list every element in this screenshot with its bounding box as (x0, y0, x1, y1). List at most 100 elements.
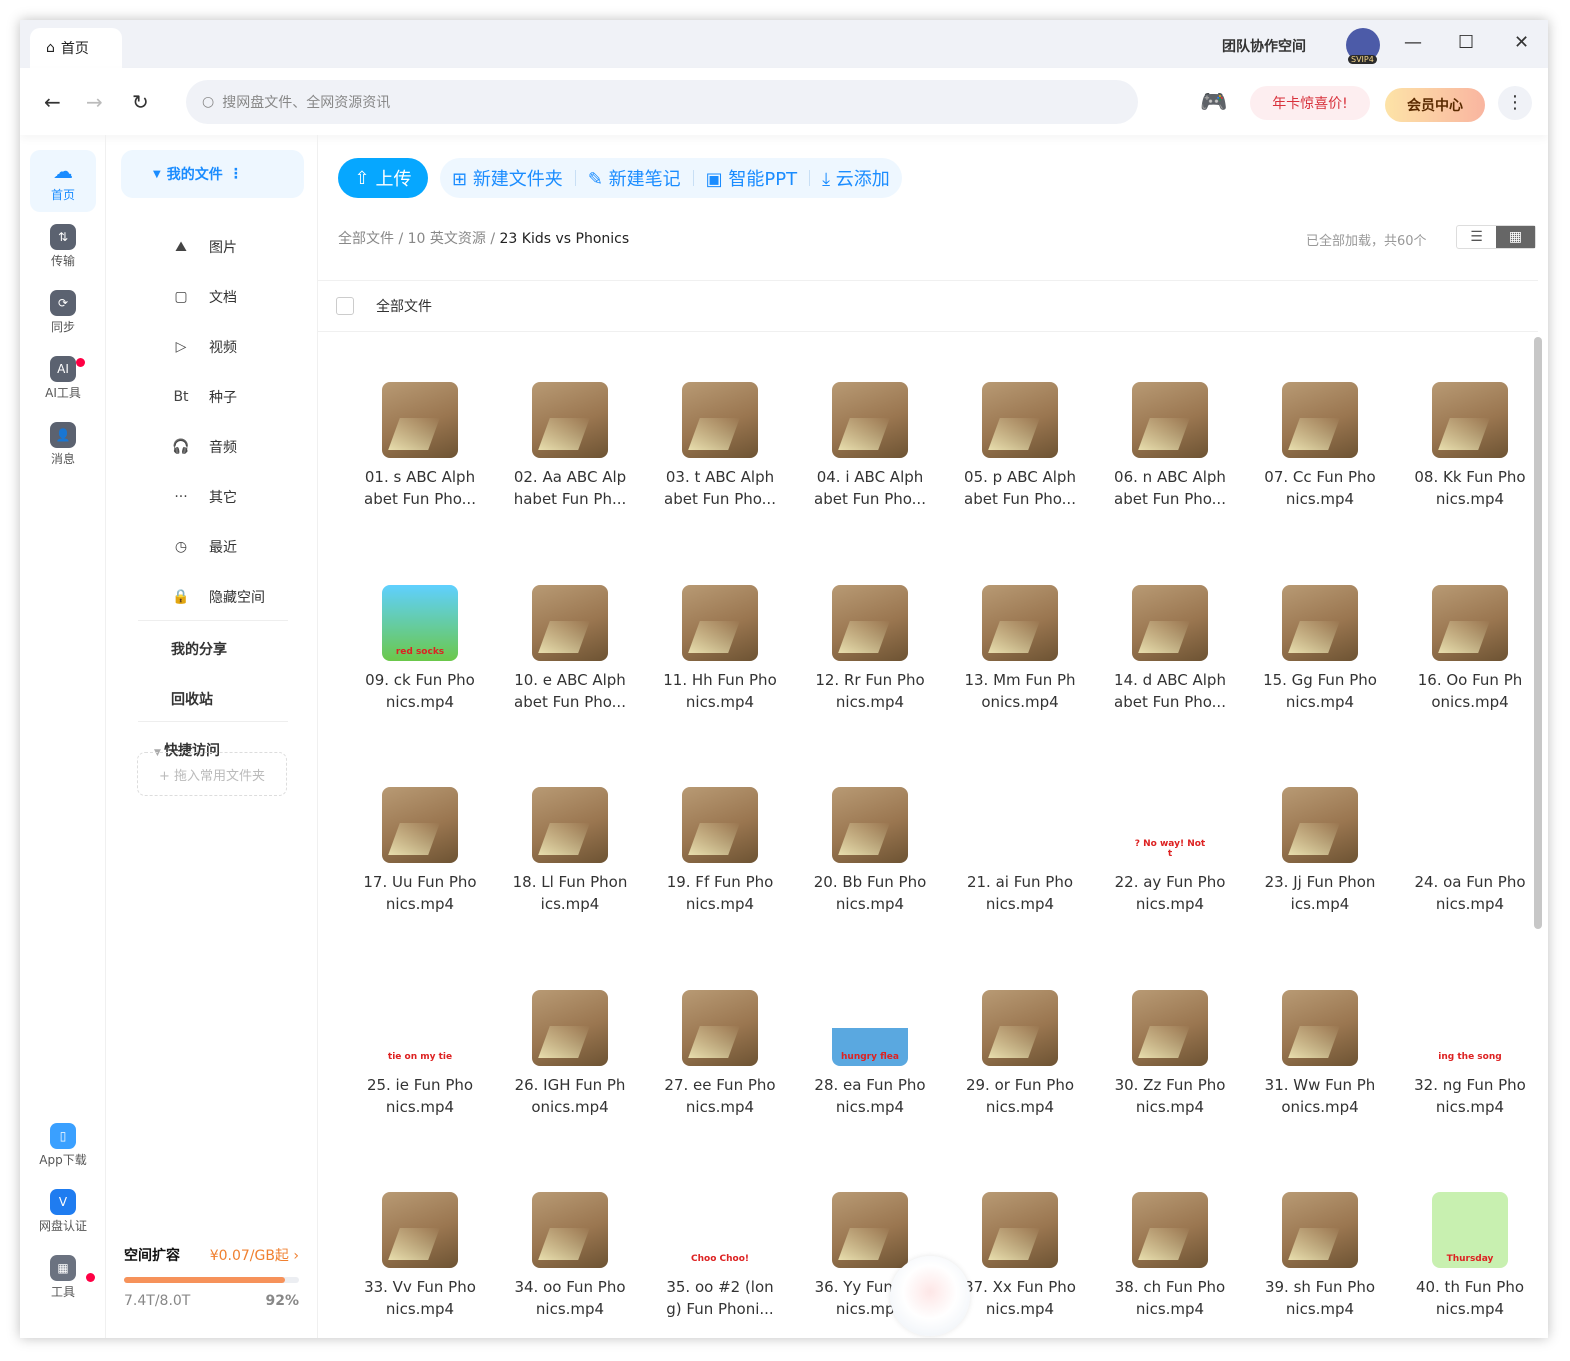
rail-item-ai[interactable]: AI AI工具 (30, 348, 96, 410)
minimize-icon[interactable]: — (1404, 32, 1422, 53)
rail-item-message[interactable]: 👤 消息 (30, 414, 96, 476)
file-item[interactable]: 16. Oo Fun Ph onics.mp4 (1405, 584, 1535, 713)
file-item[interactable]: 20. Bb Fun Pho nics.mp4 (805, 787, 935, 915)
sidebar-item[interactable]: Bt 种子 (171, 387, 237, 407)
file-item[interactable]: 07. Cc Fun Pho nics.mp4 (1255, 382, 1385, 510)
file-item[interactable]: 08. Kk Fun Pho nics.mp4 (1405, 382, 1535, 510)
quick-access-drop-zone[interactable]: + 拖入常用文件夹 (137, 752, 287, 796)
file-item[interactable]: 10. e ABC Alph abet Fun Pho... (505, 584, 635, 713)
vip-center-button[interactable]: 会员中心 (1385, 88, 1485, 122)
file-item[interactable]: 02. Aa ABC Alp habet Fun Ph... (505, 382, 635, 510)
scrollbar[interactable] (1534, 337, 1542, 929)
file-item[interactable]: 03. t ABC Alph abet Fun Pho... (655, 382, 785, 510)
file-item[interactable]: 27. ee Fun Pho nics.mp4 (655, 989, 785, 1118)
rail-item-phone[interactable]: ▯ App下载 (30, 1115, 96, 1177)
tab-home[interactable]: ⌂ 首页 (30, 28, 122, 68)
cloud-add-button[interactable]: ⤓ 云添加 (822, 165, 890, 191)
file-name-line: nics.mp4 (685, 692, 755, 711)
rail-item-label: 同步 (50, 320, 75, 334)
back-icon[interactable]: ← (44, 90, 61, 114)
file-thumbnail: red socks (382, 584, 458, 661)
file-item[interactable]: 23. Jj Fun Phon ics.mp4 (1255, 787, 1385, 915)
sidebar-item[interactable]: 🔒 隐藏空间 (171, 587, 265, 607)
file-item[interactable]: 14. d ABC Alph abet Fun Pho... (1105, 584, 1235, 713)
game-controller-icon[interactable]: 🎮 (1200, 90, 1227, 115)
file-name-line: nics.mp4 (985, 895, 1055, 913)
file-item[interactable]: 04. i ABC Alph abet Fun Pho... (805, 382, 935, 510)
breadcrumb-all-files[interactable]: 全部文件 (338, 231, 394, 247)
file-item[interactable]: 05. p ABC Alph abet Fun Pho... (955, 382, 1085, 510)
sidebar-my-share[interactable]: 我的分享 (171, 639, 227, 659)
sidebar-my-files[interactable]: ▼ 我的文件 ⋮ (121, 150, 304, 198)
team-space-button[interactable]: 团队协作空间 (1222, 36, 1306, 56)
file-name-line: nics.mp4 (1285, 1300, 1355, 1318)
file-name-line: 23. Jj Fun Phon (1264, 873, 1376, 891)
sidebar-item[interactable]: ⛰ 图片 (171, 237, 237, 257)
sidebar-item[interactable]: ▷ 视频 (171, 337, 237, 357)
kebab-icon[interactable]: ⋮ (229, 166, 243, 182)
file-item[interactable]: 34. oo Fun Pho nics.mp4 (505, 1192, 635, 1320)
file-name: 40. th Fun Pho nics.mp4 (1405, 1276, 1535, 1320)
sidebar-item[interactable]: ▢ 文档 (171, 287, 237, 307)
file-item[interactable]: 37. Xx Fun Pho nics.mp4 (955, 1192, 1085, 1320)
sidebar-item-icon: ▷ (175, 339, 187, 355)
file-item[interactable]: Thursday 40. th Fun Pho nics.mp4 (1405, 1192, 1535, 1320)
file-item[interactable]: 26. IGH Fun Ph onics.mp4 (505, 989, 635, 1118)
breadcrumb-english[interactable]: 10 英文资源 (408, 231, 486, 247)
search-input[interactable]: ○ 搜网盘文件、全网资源资讯 (186, 80, 1138, 124)
file-item[interactable]: 31. Ww Fun Ph onics.mp4 (1255, 989, 1385, 1118)
rail-item-home-cloud[interactable]: ☁ 首页 (30, 150, 96, 212)
grid-view-icon[interactable]: ▦ (1496, 226, 1535, 248)
file-item[interactable]: 11. Hh Fun Pho nics.mp4 (655, 584, 785, 713)
new-folder-button[interactable]: ⊞ 新建文件夹 (452, 165, 563, 191)
file-item[interactable]: 38. ch Fun Pho nics.mp4 (1105, 1192, 1235, 1320)
file-item[interactable]: 15. Gg Fun Pho nics.mp4 (1255, 584, 1385, 713)
forward-icon[interactable]: → (86, 90, 103, 114)
file-item[interactable]: 12. Rr Fun Pho nics.mp4 (805, 584, 935, 713)
select-all-checkbox[interactable] (336, 297, 354, 315)
file-item[interactable]: 17. Uu Fun Pho nics.mp4 (355, 787, 485, 915)
close-icon[interactable]: ✕ (1514, 32, 1529, 53)
maximize-icon[interactable]: ☐ (1458, 32, 1474, 53)
more-icon[interactable]: ⋮ (1498, 86, 1532, 120)
file-item[interactable]: 24. oa Fun Pho nics.mp4 (1405, 787, 1535, 915)
file-item[interactable]: ? No way! Not t 22. ay Fun Pho nics.mp4 (1105, 787, 1235, 915)
file-item[interactable]: 33. Vv Fun Pho nics.mp4 (355, 1192, 485, 1320)
sidebar-item[interactable]: ··· 其它 (171, 487, 237, 507)
promo-button[interactable]: 年卡惊喜价! (1250, 86, 1370, 120)
file-thumbnail (532, 382, 608, 458)
file-item[interactable]: 13. Mm Fun Ph onics.mp4 (955, 584, 1085, 713)
file-name-line: nics.mp4 (835, 1097, 905, 1116)
upload-button[interactable]: ⇧ 上传 (338, 158, 428, 198)
all-files-label: 全部文件 (376, 299, 432, 315)
rail-item-sync[interactable]: ⟳ 同步 (30, 282, 96, 344)
file-item[interactable]: 39. sh Fun Pho nics.mp4 (1255, 1192, 1385, 1320)
rail-item-verify[interactable]: V 网盘认证 (30, 1181, 96, 1243)
file-name-line: 25. ie Fun Pho (366, 1075, 474, 1094)
file-name-line: 15. Gg Fun Pho (1263, 670, 1377, 689)
assistant-mascot[interactable] (890, 1256, 970, 1336)
expand-storage-link[interactable]: ¥0.07/GB起 › (210, 1245, 299, 1265)
file-item[interactable]: hungry flea 28. ea Fun Pho nics.mp4 (805, 989, 935, 1118)
file-item[interactable]: tie on my tie 25. ie Fun Pho nics.mp4 (355, 989, 485, 1118)
file-item[interactable]: red socks 09. ck Fun Pho nics.mp4 (355, 584, 485, 713)
file-item[interactable]: 29. or Fun Pho nics.mp4 (955, 989, 1085, 1118)
avatar[interactable]: SVIP4 (1346, 28, 1380, 64)
file-item[interactable]: 19. Ff Fun Pho nics.mp4 (655, 787, 785, 915)
file-item[interactable]: Choo Choo! 35. oo #2 (lon g) Fun Phoni... (655, 1192, 785, 1320)
sidebar-item[interactable]: 🎧 音频 (171, 437, 237, 457)
file-item[interactable]: 06. n ABC Alph abet Fun Pho... (1105, 382, 1235, 510)
file-item[interactable]: 30. Zz Fun Pho nics.mp4 (1105, 989, 1235, 1118)
file-item[interactable]: 18. Ll Fun Phon ics.mp4 (505, 787, 635, 915)
sidebar-item[interactable]: ◷ 最近 (171, 537, 237, 557)
refresh-icon[interactable]: ↻ (132, 90, 149, 114)
rail-item-transfer[interactable]: ⇅ 传输 (30, 216, 96, 278)
file-item[interactable]: 21. ai Fun Pho nics.mp4 (955, 787, 1085, 915)
smart-ppt-button[interactable]: ▣ 智能PPT (706, 165, 797, 191)
file-item[interactable]: ing the song 32. ng Fun Pho nics.mp4 (1405, 989, 1535, 1118)
sidebar-trash[interactable]: 回收站 (171, 689, 213, 709)
list-view-icon[interactable]: ☰ (1457, 226, 1496, 248)
new-note-button[interactable]: ✎ 新建笔记 (588, 165, 681, 191)
file-thumbnail (982, 1192, 1058, 1268)
file-item[interactable]: 01. s ABC Alph abet Fun Pho... (355, 382, 485, 510)
